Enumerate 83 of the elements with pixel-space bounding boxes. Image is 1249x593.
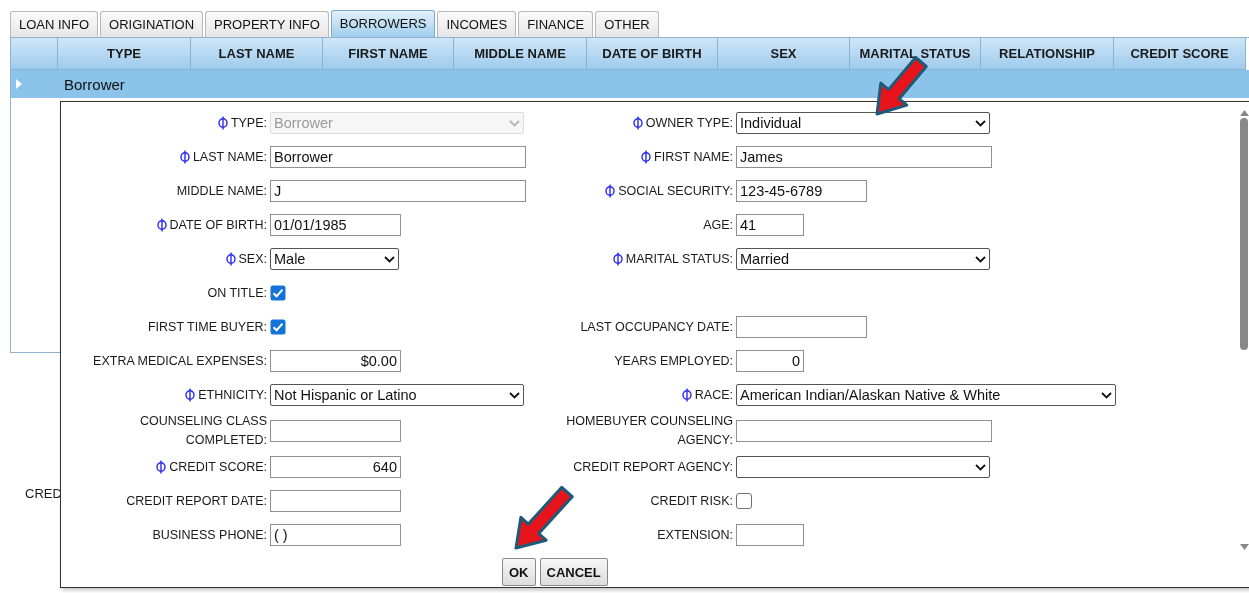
field-label: TYPE: bbox=[230, 114, 267, 132]
field-label: AGE: bbox=[703, 216, 733, 234]
tab[interactable]: FINANCE bbox=[518, 11, 594, 37]
field-label: BUSINESS PHONE: bbox=[152, 526, 267, 544]
scrollbar-thumb[interactable] bbox=[1240, 118, 1248, 350]
table-row[interactable]: Borrower bbox=[11, 70, 1249, 98]
field-label: MIDDLE NAME: bbox=[176, 182, 267, 200]
checkbox[interactable] bbox=[270, 285, 286, 301]
field-label: ON TITLE: bbox=[207, 284, 267, 302]
dropdown-field[interactable]: Not Hispanic or Latino bbox=[270, 384, 524, 406]
column-header[interactable]: TYPE bbox=[58, 38, 191, 70]
input-field[interactable]: ( ) bbox=[270, 524, 401, 546]
chevron-down-icon bbox=[975, 255, 986, 263]
column-header[interactable]: RELATIONSHIP bbox=[981, 38, 1114, 70]
chevron-down-icon bbox=[975, 463, 986, 471]
tab[interactable]: OTHER bbox=[595, 11, 659, 37]
dropdown-field[interactable] bbox=[736, 456, 990, 478]
field-label: CREDIT REPORT AGENCY: bbox=[573, 458, 733, 476]
checkbox[interactable] bbox=[270, 319, 286, 335]
field-label: DATE OF BIRTH: bbox=[169, 216, 267, 234]
chevron-down-icon bbox=[1101, 391, 1112, 399]
field-label: SEX: bbox=[238, 250, 267, 268]
tab[interactable]: LOAN INFO bbox=[10, 11, 99, 37]
table-cell-text: Borrower bbox=[63, 75, 125, 93]
column-header[interactable]: CREDIT SCORE bbox=[1114, 38, 1246, 70]
chevron-down-icon bbox=[509, 391, 520, 399]
field-label: EXTENSION: bbox=[657, 526, 733, 544]
chevron-down-icon bbox=[509, 119, 520, 127]
input-field[interactable] bbox=[736, 524, 804, 546]
chevron-down-icon bbox=[384, 255, 395, 263]
scroll-up-icon[interactable] bbox=[1239, 110, 1249, 116]
input-field[interactable]: $0.00 bbox=[270, 350, 401, 372]
field-label: CREDIT REPORT DATE: bbox=[126, 492, 267, 510]
dropdown-field[interactable]: Male bbox=[270, 248, 399, 270]
dropdown-field[interactable]: Individual bbox=[736, 112, 990, 134]
input-field[interactable]: Borrower bbox=[270, 146, 526, 168]
dialog-button[interactable]: OK bbox=[502, 558, 536, 586]
tab[interactable]: INCOMES bbox=[437, 11, 517, 37]
field-label: RACE: bbox=[694, 386, 733, 404]
field-label: MARITAL STATUS: bbox=[625, 250, 733, 268]
annotation-arrow bbox=[514, 485, 574, 550]
input-field[interactable] bbox=[736, 316, 867, 338]
field-label: LAST OCCUPANCY DATE: bbox=[580, 318, 733, 336]
field-label: LAST NAME: bbox=[192, 148, 267, 166]
input-field[interactable]: 123-45-6789 bbox=[736, 180, 867, 202]
input-field[interactable]: J bbox=[270, 180, 526, 202]
input-field[interactable]: 41 bbox=[736, 214, 804, 236]
chevron-down-icon bbox=[975, 119, 986, 127]
tab[interactable]: PROPERTY INFO bbox=[205, 11, 329, 37]
field-label: HOMEBUYER COUNSELING AGENCY: bbox=[566, 413, 733, 449]
input-field[interactable]: 0 bbox=[736, 350, 804, 372]
dropdown-field[interactable]: Married bbox=[736, 248, 990, 270]
tab[interactable]: BORROWERS bbox=[330, 10, 436, 37]
dialog-button[interactable]: CANCEL bbox=[539, 558, 608, 586]
input-field[interactable] bbox=[270, 420, 401, 442]
field-label: CREDIT RISK: bbox=[650, 492, 733, 510]
field-label: SOCIAL SECURITY: bbox=[618, 182, 733, 200]
annotation-arrow bbox=[875, 56, 928, 116]
column-header[interactable]: SEX bbox=[718, 38, 850, 70]
scroll-down-icon[interactable] bbox=[1239, 544, 1249, 550]
field-label: OWNER TYPE: bbox=[645, 114, 733, 132]
column-header[interactable]: MARITAL STATUS bbox=[850, 38, 981, 70]
dropdown-field[interactable]: American Indian/Alaskan Native & White bbox=[736, 384, 1116, 406]
column-header[interactable]: MIDDLE NAME bbox=[454, 38, 587, 70]
input-field[interactable] bbox=[736, 420, 992, 442]
field-label: FIRST NAME: bbox=[654, 148, 733, 166]
input-field[interactable]: 640 bbox=[270, 456, 401, 478]
field-label: ETHNICITY: bbox=[198, 386, 267, 404]
checkbox[interactable] bbox=[736, 493, 752, 509]
column-header[interactable] bbox=[11, 38, 58, 70]
column-header[interactable]: FIRST NAME bbox=[323, 38, 454, 70]
field-label: FIRST TIME BUYER: bbox=[148, 318, 267, 336]
field-label: CREDIT SCORE: bbox=[169, 458, 267, 476]
input-field[interactable] bbox=[270, 490, 401, 512]
input-field[interactable]: James bbox=[736, 146, 992, 168]
input-field[interactable]: 01/01/1985 bbox=[270, 214, 401, 236]
column-header[interactable]: DATE OF BIRTH bbox=[587, 38, 718, 70]
row-indicator-icon bbox=[16, 79, 22, 89]
field-label: COUNSELING CLASS COMPLETED: bbox=[139, 413, 267, 449]
tab[interactable]: ORIGINATION bbox=[100, 11, 204, 37]
field-label: EXTRA MEDICAL EXPENSES: bbox=[93, 352, 267, 370]
field-label: YEARS EMPLOYED: bbox=[614, 352, 733, 370]
column-header[interactable]: LAST NAME bbox=[191, 38, 323, 70]
